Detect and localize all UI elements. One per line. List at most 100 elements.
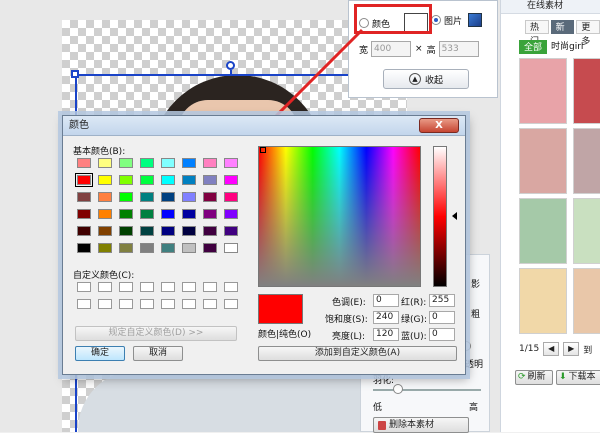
basic-color-swatch[interactable]: [224, 175, 238, 185]
basic-color-swatch[interactable]: [119, 226, 133, 236]
refresh-button[interactable]: ⟳ 刷新: [515, 370, 553, 385]
basic-color-swatch[interactable]: [203, 158, 217, 168]
basic-color-swatch[interactable]: [119, 209, 133, 219]
custom-color-swatch[interactable]: [98, 282, 112, 292]
image-icon[interactable]: [468, 13, 483, 27]
basic-color-swatch[interactable]: [140, 243, 154, 253]
basic-color-swatch[interactable]: [98, 192, 112, 202]
custom-color-swatch[interactable]: [77, 299, 91, 309]
saturation-input[interactable]: 240: [373, 311, 399, 324]
basic-color-swatch[interactable]: [119, 175, 133, 185]
image-radio[interactable]: [431, 15, 441, 25]
basic-color-swatch[interactable]: [98, 175, 112, 185]
basic-color-swatch[interactable]: [140, 209, 154, 219]
basic-color-swatch[interactable]: [77, 226, 91, 236]
basic-color-swatch[interactable]: [77, 192, 91, 202]
prev-page-button[interactable]: ◀: [543, 342, 560, 356]
material-thumbnail[interactable]: [519, 58, 567, 124]
basic-color-swatch[interactable]: [140, 192, 154, 202]
resize-handle-top-left[interactable]: [71, 70, 79, 78]
material-thumbnail[interactable]: [573, 198, 600, 264]
basic-color-swatch[interactable]: [98, 158, 112, 168]
next-page-button[interactable]: ▶: [563, 342, 580, 356]
filter-fashion-girl[interactable]: 时尚girl: [551, 40, 583, 54]
basic-color-swatch[interactable]: [161, 243, 175, 253]
feather-slider-track[interactable]: [373, 389, 481, 391]
width-input[interactable]: 400: [371, 41, 412, 57]
custom-color-swatch[interactable]: [203, 299, 217, 309]
custom-color-swatch[interactable]: [140, 282, 154, 292]
red-input[interactable]: 255: [429, 294, 455, 307]
custom-color-swatch[interactable]: [203, 282, 217, 292]
green-input[interactable]: 0: [429, 311, 455, 324]
basic-color-swatch[interactable]: [119, 192, 133, 202]
cancel-button[interactable]: 取消: [133, 346, 183, 361]
basic-color-swatch[interactable]: [203, 243, 217, 253]
material-thumbnail[interactable]: [573, 128, 600, 194]
material-thumbnail[interactable]: [573, 58, 600, 124]
basic-color-swatch[interactable]: [140, 226, 154, 236]
image-option[interactable]: 图片: [431, 13, 483, 27]
height-input[interactable]: 533: [438, 41, 479, 57]
custom-color-swatch[interactable]: [98, 299, 112, 309]
basic-color-swatch[interactable]: [161, 175, 175, 185]
custom-color-swatch[interactable]: [77, 282, 91, 292]
tab-hot[interactable]: 热门: [525, 20, 549, 47]
basic-color-swatch[interactable]: [224, 192, 238, 202]
basic-color-swatch[interactable]: [161, 192, 175, 202]
color-spectrum[interactable]: [258, 146, 421, 287]
material-thumbnail[interactable]: [519, 268, 567, 334]
dialog-close-button[interactable]: X: [419, 118, 459, 133]
feather-slider-knob[interactable]: [393, 384, 403, 394]
basic-color-swatch[interactable]: [203, 192, 217, 202]
basic-color-swatch[interactable]: [98, 226, 112, 236]
basic-color-swatch[interactable]: [161, 226, 175, 236]
add-to-custom-colors-button[interactable]: 添加到自定义颜色(A): [258, 346, 457, 361]
basic-color-swatch[interactable]: [224, 226, 238, 236]
basic-color-swatch[interactable]: [119, 243, 133, 253]
custom-color-swatch[interactable]: [182, 282, 196, 292]
download-button[interactable]: ⬇ 下载本: [556, 370, 600, 385]
basic-color-swatch[interactable]: [161, 158, 175, 168]
basic-color-swatch[interactable]: [203, 209, 217, 219]
delete-material-button[interactable]: 删除本素材: [373, 417, 469, 433]
material-thumbnail[interactable]: [519, 198, 567, 264]
basic-color-swatch[interactable]: [182, 226, 196, 236]
basic-color-swatch[interactable]: [182, 158, 196, 168]
basic-color-swatch[interactable]: [77, 243, 91, 253]
define-custom-colors-button[interactable]: 规定自定义颜色(D) >>: [75, 326, 237, 341]
basic-color-swatch[interactable]: [77, 209, 91, 219]
custom-color-swatch[interactable]: [140, 299, 154, 309]
custom-color-swatch[interactable]: [182, 299, 196, 309]
basic-color-swatch[interactable]: [140, 175, 154, 185]
basic-color-swatch[interactable]: [161, 209, 175, 219]
custom-color-swatch[interactable]: [119, 299, 133, 309]
ok-button[interactable]: 确定: [75, 346, 125, 361]
basic-color-swatch[interactable]: [119, 158, 133, 168]
basic-color-swatch[interactable]: [140, 158, 154, 168]
custom-color-swatch[interactable]: [161, 299, 175, 309]
basic-color-swatch[interactable]: [203, 175, 217, 185]
basic-color-swatch[interactable]: [77, 158, 91, 168]
luminance-arrow[interactable]: [452, 212, 457, 220]
collapse-button[interactable]: ▲ 收起: [383, 69, 469, 89]
basic-color-swatch[interactable]: [203, 226, 217, 236]
basic-color-swatch[interactable]: [182, 175, 196, 185]
basic-color-swatch[interactable]: [182, 243, 196, 253]
custom-color-swatch[interactable]: [224, 299, 238, 309]
blue-input[interactable]: 0: [429, 328, 455, 341]
basic-color-swatch[interactable]: [224, 209, 238, 219]
custom-color-swatch[interactable]: [119, 282, 133, 292]
basic-color-swatch[interactable]: [75, 173, 93, 187]
spectrum-crosshair[interactable]: [260, 147, 266, 153]
material-thumbnail[interactable]: [519, 128, 567, 194]
basic-color-swatch[interactable]: [182, 192, 196, 202]
hue-input[interactable]: 0: [373, 294, 399, 307]
tab-new[interactable]: 新鲜: [550, 20, 575, 47]
material-thumbnail[interactable]: [573, 268, 600, 334]
basic-color-swatch[interactable]: [224, 158, 238, 168]
dialog-title-bar[interactable]: 颜色: [63, 116, 465, 136]
tab-more[interactable]: 更多: [576, 20, 600, 47]
custom-color-swatch[interactable]: [224, 282, 238, 292]
custom-color-swatch[interactable]: [161, 282, 175, 292]
